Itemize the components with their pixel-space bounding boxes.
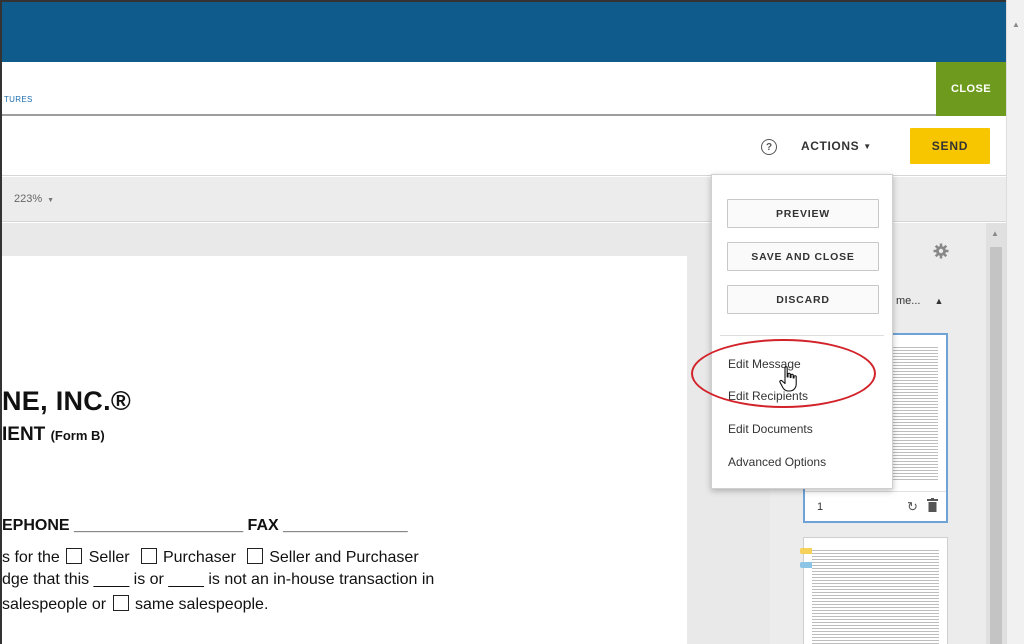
help-icon[interactable]: ? xyxy=(761,139,777,155)
doc-fax-label: FAX ______________ xyxy=(247,517,408,534)
seller-checkbox[interactable] xyxy=(66,548,83,564)
purchaser-checkbox[interactable] xyxy=(140,548,157,564)
doc-text: Seller xyxy=(88,549,130,566)
menu-item-edit-documents[interactable]: Edit Documents xyxy=(728,422,813,436)
zoom-value: 223% xyxy=(14,193,43,205)
menu-divider xyxy=(720,335,884,336)
thumbnail-footer: 1 ↻ xyxy=(805,491,946,521)
zoom-select[interactable]: 223% ▼ xyxy=(14,193,54,205)
doc-form-title: IENT (Form B) xyxy=(2,424,105,446)
window-scrollbar[interactable]: ▲ xyxy=(1006,0,1024,644)
chevron-up-icon[interactable]: ▲ xyxy=(934,296,943,306)
document-page: NE, INC.® IENT (Form B) EPHONE _________… xyxy=(2,256,687,644)
header-row: TURES CLOSE xyxy=(2,62,1006,116)
preview-button[interactable]: PREVIEW xyxy=(727,199,879,228)
top-banner xyxy=(2,2,1006,62)
doc-phone-fax-line: EPHONE ___________________ FAX _________… xyxy=(2,517,408,535)
menu-item-advanced-options[interactable]: Advanced Options xyxy=(728,455,826,469)
doc-role-line: s for the Seller Purchaser Seller and Pu… xyxy=(2,548,419,567)
scroll-up-icon[interactable]: ▲ xyxy=(991,229,999,238)
doc-phone-label: EPHONE ___________________ xyxy=(2,517,244,534)
scroll-thumb[interactable] xyxy=(990,247,1002,644)
doc-text: s for the xyxy=(2,549,60,566)
hand-cursor-icon xyxy=(779,366,797,392)
trash-icon[interactable] xyxy=(927,498,938,512)
thumbnail-preview xyxy=(812,548,939,644)
doc-salespeople-line: salespeople or same salespeople. xyxy=(2,595,268,614)
panel-scrollbar[interactable]: ▲ xyxy=(986,223,1006,644)
save-and-close-button[interactable]: SAVE AND CLOSE xyxy=(727,242,879,271)
doc-text: same salespeople. xyxy=(134,596,269,613)
document-group-header[interactable]: me... ▲ xyxy=(896,295,943,307)
send-button[interactable]: SEND xyxy=(910,128,990,164)
doc-form-title-main: IENT xyxy=(2,424,46,445)
actions-dropdown: PREVIEW SAVE AND CLOSE DISCARD Edit Mess… xyxy=(711,174,893,489)
actions-menu-button[interactable]: ACTIONS ▼ xyxy=(801,139,872,153)
close-button[interactable]: CLOSE xyxy=(936,62,1006,116)
caret-down-icon: ▼ xyxy=(47,197,55,204)
same-salespeople-checkbox[interactable] xyxy=(112,595,129,611)
doc-text: Purchaser xyxy=(162,549,236,566)
discard-button[interactable]: DISCARD xyxy=(727,285,879,314)
doc-inhouse-line: dge that this ____ is or ____ is not an … xyxy=(2,571,435,588)
actions-label: ACTIONS xyxy=(801,139,860,153)
scroll-up-icon[interactable]: ▲ xyxy=(1012,20,1020,29)
caret-down-icon: ▼ xyxy=(863,142,872,151)
doc-text: Seller and Purchaser xyxy=(269,549,419,566)
doc-company-name: NE, INC.® xyxy=(2,386,132,416)
seller-and-purchaser-checkbox[interactable] xyxy=(246,548,263,564)
gear-icon[interactable] xyxy=(933,243,949,259)
signatures-tab-fragment[interactable]: TURES xyxy=(4,95,33,104)
toolbar: ? ACTIONS ▼ SEND xyxy=(2,118,1006,176)
document-group-title: me... xyxy=(896,295,921,307)
doc-form-title-sub: (Form B) xyxy=(50,428,105,443)
page-thumbnail[interactable] xyxy=(800,537,948,644)
page-number: 1 xyxy=(817,501,824,513)
rotate-icon[interactable]: ↻ xyxy=(907,499,918,515)
doc-text: salespeople or xyxy=(2,596,107,613)
